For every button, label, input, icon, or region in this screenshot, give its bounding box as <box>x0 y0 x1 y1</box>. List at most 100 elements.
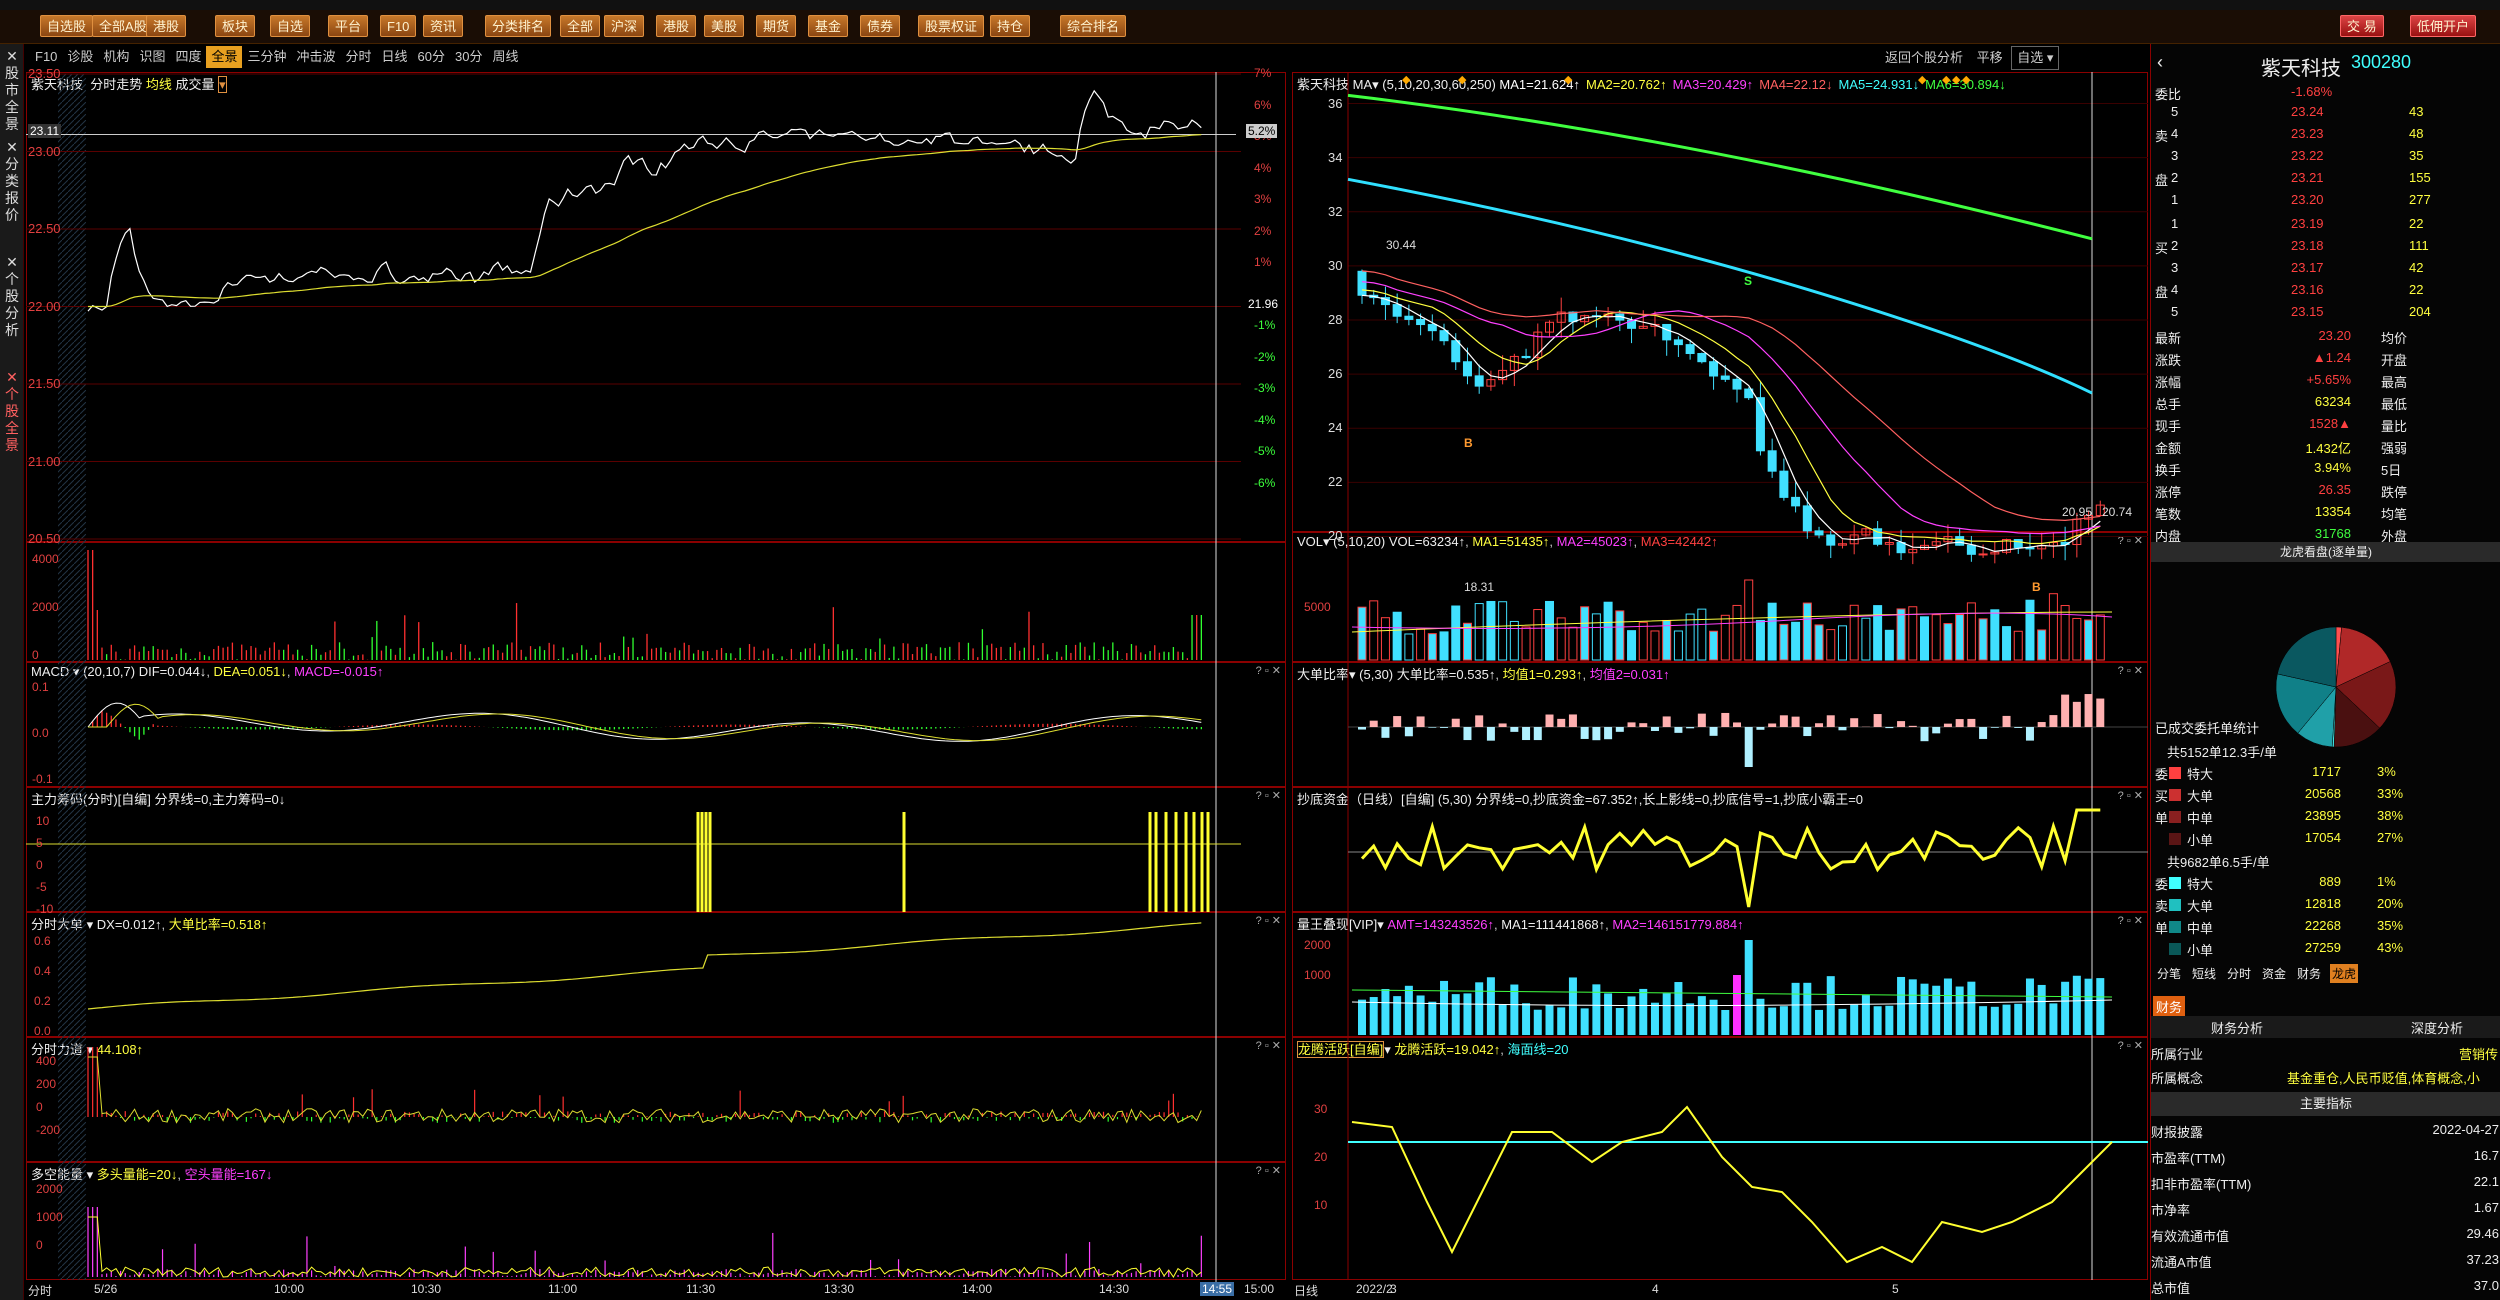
amt-bar <box>2096 978 2105 1035</box>
subbar-item-2[interactable]: 机构 <box>98 46 134 68</box>
toolbar-button-17[interactable]: 持仓 <box>990 15 1031 37</box>
subbar-item-4[interactable]: 四度 <box>170 46 206 68</box>
price-tick: 26 <box>1328 366 1343 382</box>
toolbar-button-11[interactable]: 港股 <box>656 15 697 37</box>
toolbar-button-6[interactable]: F10 <box>380 15 417 37</box>
ma-line <box>1361 294 2101 553</box>
sidebar-tab-overview[interactable]: ✕ 个股全景 <box>2 369 22 454</box>
volume-bar <box>1943 623 1953 661</box>
amt-bar <box>1897 976 1906 1035</box>
subbar-item-3[interactable]: 识图 <box>134 46 170 68</box>
toolbar-button-14[interactable]: 基金 <box>808 15 849 37</box>
toolbar-button-1[interactable]: 全部A股 <box>92 15 154 37</box>
vol-tick: 5000 <box>1304 600 1331 614</box>
tab-finance-analysis[interactable]: 财务分析 <box>2211 1018 2263 1037</box>
volume-bar <box>2013 630 2023 661</box>
pan-button[interactable]: 平移 <box>1972 47 2008 69</box>
toolbar-button-3[interactable]: 板块 <box>215 15 256 37</box>
stat-label: 总手 <box>2155 397 2182 412</box>
signal-diamond: ◆ <box>1918 74 1927 86</box>
chips-tick: 10 <box>36 814 50 828</box>
volume-bar <box>1638 621 1648 661</box>
tab-1[interactable]: 短线 <box>2190 964 2218 983</box>
subbar-item-1[interactable]: 诊股 <box>62 46 98 68</box>
toolbar-button-7[interactable]: 资讯 <box>423 15 464 37</box>
amt-bar <box>1557 1007 1566 1035</box>
toolbar-button-4[interactable]: 自选 <box>270 15 311 37</box>
subbar-item-11[interactable]: 30分 <box>450 46 487 68</box>
time-label[interactable]: 日线 <box>1294 1282 1318 1299</box>
finance-row: 市盈率(TTM) 16.7 <box>2151 1146 2500 1168</box>
stats-title: 已成交委托单统计 <box>2155 721 2260 736</box>
subbar-item-10[interactable]: 60分 <box>413 46 450 68</box>
subbar-item-5[interactable]: 全景 <box>206 46 243 68</box>
subbar-item-8[interactable]: 分时 <box>341 46 377 68</box>
dd-tick: 0.2 <box>34 994 51 1008</box>
sidebar-tab-stock[interactable]: ✕ 个股分析 <box>2 254 22 339</box>
daily-chart-area[interactable]: 紫天科技 MA▾ (5,10,20,30,60,250) MA1=21.624↑… <box>1292 72 2148 1300</box>
volume-bar <box>1849 604 1859 661</box>
toolbar-button-10[interactable]: 沪深 <box>604 15 645 37</box>
sidebar-tab-market[interactable]: ✕ 股市全景 <box>2 48 22 133</box>
ask-level: 2 <box>2171 170 2179 185</box>
trade-button[interactable]: 交 易 <box>2340 15 2384 37</box>
ratio-bar <box>1428 727 1437 728</box>
price-tick: 21.00 <box>28 453 61 469</box>
watchlist-dropdown[interactable]: 自选 ▾ <box>2011 46 2060 70</box>
amt-bar <box>1908 979 1917 1035</box>
size-volume: 23895 <box>2304 808 2341 823</box>
subbar-item-9[interactable]: 日线 <box>377 46 413 68</box>
toolbar-button-13[interactable]: 期货 <box>756 15 797 37</box>
intraday-chart-area[interactable]: 紫天科技 分时走势 均线 成交量 ▾ MACD ▾ (20,10,7) DIF=… <box>26 66 1286 1300</box>
macd-tick: 0.0 <box>32 726 49 740</box>
tab-0[interactable]: 分笔 <box>2155 964 2183 983</box>
subbar-item-6[interactable]: 三分钟 <box>242 46 291 68</box>
size-volume: 22268 <box>2304 918 2341 933</box>
tab-deep-analysis[interactable]: 深度分析 <box>2411 1018 2463 1037</box>
time-label: 14:30 <box>1099 1282 1130 1296</box>
volume-bar <box>2002 626 2012 661</box>
toolbar-button-18[interactable]: 综合排名 <box>1060 15 1127 37</box>
volume-bar <box>1884 629 1894 661</box>
open-account-button[interactable]: 低佣开户 <box>2410 15 2477 37</box>
ma-line <box>1361 281 2101 535</box>
ratio-bar <box>1627 722 1636 727</box>
amt-bar <box>1768 1007 1777 1035</box>
ratio-bar <box>1850 718 1859 727</box>
toolbar-button-16[interactable]: 股票权证 <box>918 15 985 37</box>
time-label: 3 <box>1390 1282 1397 1296</box>
tab-5[interactable]: 龙虎 <box>2330 964 2359 983</box>
chips-tick: -10 <box>36 902 54 916</box>
toolbar-button-9[interactable]: 全部 <box>560 15 601 37</box>
mid-label: 21.96 <box>1248 296 1279 311</box>
toolbar-button-15[interactable]: 债券 <box>860 15 901 37</box>
toolbar-button-5[interactable]: 平台 <box>328 15 369 37</box>
toolbar-button-2[interactable]: 港股 <box>146 15 187 37</box>
tab-2[interactable]: 分时 <box>2225 964 2253 983</box>
bid-volume: 22 <box>2409 282 2424 297</box>
sidebar-tab-category[interactable]: ✕ 分类报价 <box>2 139 22 224</box>
tab-4[interactable]: 财务 <box>2295 964 2323 983</box>
subbar-item-7[interactable]: 冲击波 <box>292 46 341 68</box>
back-arrow-icon[interactable]: ‹ <box>2157 52 2163 73</box>
big-order-line <box>87 922 1202 1010</box>
dea-line <box>88 703 1202 742</box>
subbar-item-0[interactable]: F10 <box>30 46 62 68</box>
side-label: 委 <box>2155 767 2169 782</box>
volume-bar <box>1896 608 1906 661</box>
price-tick: 24 <box>1328 420 1343 436</box>
candle-body <box>1462 361 1472 377</box>
amt-bar <box>1979 1006 1988 1035</box>
subbar-item-12[interactable]: 周线 <box>487 46 523 68</box>
toolbar-button-8[interactable]: 分类排名 <box>485 15 552 37</box>
finance-label: 财报披露 <box>2151 1125 2204 1140</box>
tab-3[interactable]: 资金 <box>2260 964 2288 983</box>
back-to-analysis-button[interactable]: 返回个股分析 <box>1880 47 1968 69</box>
buy-signal: B <box>1464 436 1473 451</box>
size-label: 小单 <box>2187 833 2214 848</box>
toolbar-button-0[interactable]: 自选股 <box>40 15 94 37</box>
time-label[interactable]: 分时 <box>28 1282 52 1299</box>
stat-row: 金额 1.432亿 强弱 <box>2151 436 2500 458</box>
volume-bar <box>1744 579 1754 661</box>
toolbar-button-12[interactable]: 美股 <box>704 15 745 37</box>
